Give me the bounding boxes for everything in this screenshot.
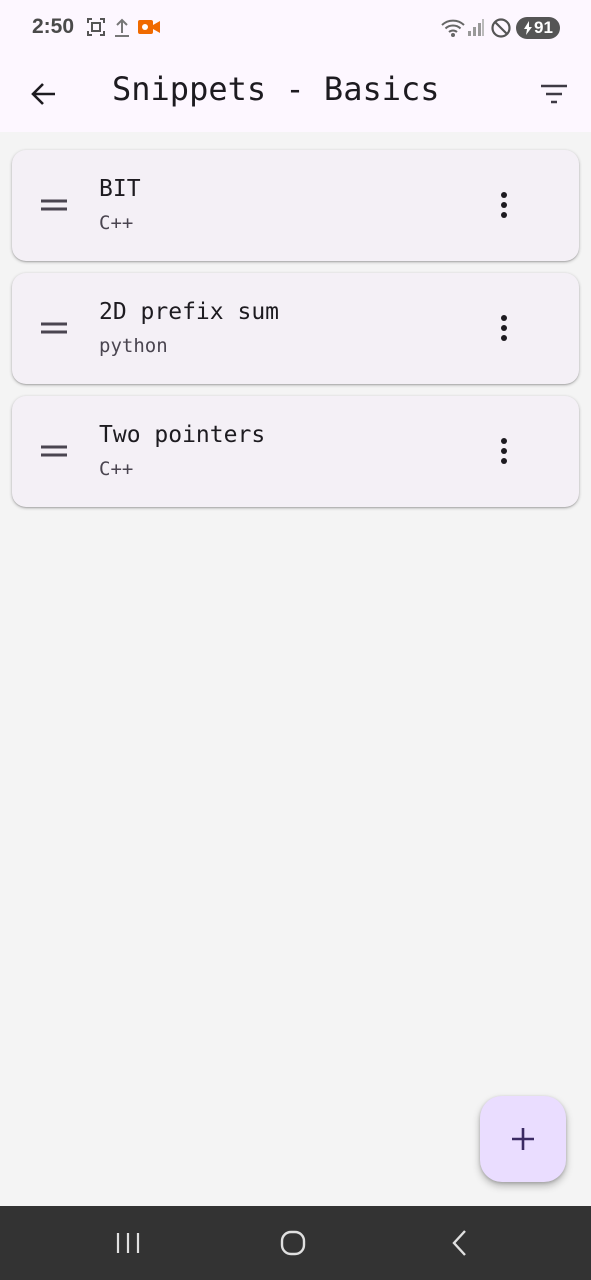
more-options-button[interactable] [488,182,520,228]
arrow-back-icon [31,83,55,105]
system-nav-bar [0,1206,591,1280]
more-vert-icon [501,192,507,218]
filter-icon [541,84,567,104]
snippet-language: C++ [99,458,134,480]
snippet-list: BIT C++ 2D prefix sum python Two pointer… [12,150,579,519]
snippet-card[interactable]: Two pointers C++ [12,396,579,507]
wifi-icon [441,19,465,37]
more-vert-icon [501,438,507,464]
plus-icon [512,1128,534,1150]
recent-apps-icon [116,1233,140,1253]
drag-handle-icon[interactable] [38,440,72,462]
snippet-title: 2D prefix sum [99,299,280,325]
drag-handle-icon[interactable] [38,317,72,339]
snippet-title: BIT [99,176,141,202]
page-title: Snippets - Basics [112,70,440,108]
snippet-language: python [99,335,168,357]
signal-icon [468,19,484,36]
status-time: 2:50 [32,15,75,38]
screenshot-icon [87,18,105,36]
upload-icon [115,18,129,37]
app-bar: Snippets - Basics [0,58,591,132]
more-options-button[interactable] [488,428,520,474]
snippet-title: Two pointers [99,422,266,448]
snippet-card[interactable]: 2D prefix sum python [12,273,579,384]
battery-charging-icon: 91 [516,17,560,39]
battery-level: 91 [534,18,553,37]
video-record-icon [138,20,160,34]
add-snippet-button[interactable] [480,1096,566,1182]
more-options-button[interactable] [488,305,520,351]
home-icon [280,1230,306,1256]
filter-button[interactable] [532,72,576,116]
nav-back-button[interactable] [440,1228,480,1258]
home-button[interactable] [273,1228,313,1258]
drag-handle-icon[interactable] [38,194,72,216]
chevron-left-icon [452,1230,466,1256]
snippet-language: C++ [99,212,134,234]
status-bar: 2:50 91 [0,0,591,58]
snippet-card[interactable]: BIT C++ [12,150,579,261]
do-not-disturb-icon [491,18,511,38]
more-vert-icon [501,315,507,341]
back-button[interactable] [22,72,66,116]
recent-apps-button[interactable] [108,1228,148,1258]
